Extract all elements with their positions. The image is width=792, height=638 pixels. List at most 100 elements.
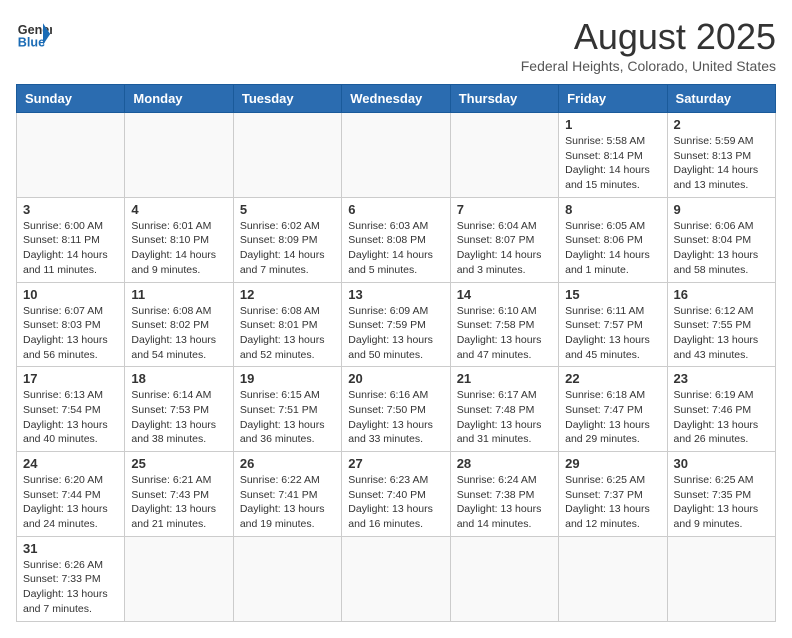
calendar-week-row: 10 Sunrise: 6:07 AMSunset: 8:03 PMDayligh…	[17, 282, 776, 367]
day-number: 4	[131, 202, 226, 217]
calendar-day-cell	[342, 113, 450, 198]
day-info: Sunrise: 6:10 AMSunset: 7:58 PMDaylight:…	[457, 304, 552, 363]
calendar-day-cell	[125, 113, 233, 198]
calendar-day-cell: 2 Sunrise: 5:59 AMSunset: 8:13 PMDaylight…	[667, 113, 775, 198]
day-number: 3	[23, 202, 118, 217]
calendar-day-cell: 9 Sunrise: 6:06 AMSunset: 8:04 PMDaylight…	[667, 197, 775, 282]
day-number: 15	[565, 287, 660, 302]
day-number: 23	[674, 371, 769, 386]
weekday-header-monday: Monday	[125, 85, 233, 113]
calendar-day-cell: 3 Sunrise: 6:00 AMSunset: 8:11 PMDaylight…	[17, 197, 125, 282]
day-number: 22	[565, 371, 660, 386]
day-info: Sunrise: 6:12 AMSunset: 7:55 PMDaylight:…	[674, 304, 769, 363]
calendar-day-cell	[342, 536, 450, 621]
calendar-day-cell: 29Sunrise: 6:25 AMSunset: 7:37 PMDayligh…	[559, 452, 667, 537]
calendar-day-cell: 24 Sunrise: 6:20 AMSunset: 7:44 PMDayligh…	[17, 452, 125, 537]
day-info: Sunrise: 6:20 AMSunset: 7:44 PMDaylight:…	[23, 473, 118, 532]
day-info: Sunrise: 6:14 AMSunset: 7:53 PMDaylight:…	[131, 388, 226, 447]
day-info: Sunrise: 6:00 AMSunset: 8:11 PMDaylight:…	[23, 219, 118, 278]
day-info: Sunrise: 6:22 AMSunset: 7:41 PMDaylight:…	[240, 473, 335, 532]
day-number: 16	[674, 287, 769, 302]
weekday-header-saturday: Saturday	[667, 85, 775, 113]
day-number: 20	[348, 371, 443, 386]
calendar-week-row: 17Sunrise: 6:13 AMSunset: 7:54 PMDayligh…	[17, 367, 776, 452]
calendar-day-cell	[125, 536, 233, 621]
day-number: 9	[674, 202, 769, 217]
calendar-day-cell: 11Sunrise: 6:08 AMSunset: 8:02 PMDayligh…	[125, 282, 233, 367]
calendar-day-cell	[233, 113, 341, 198]
calendar-day-cell: 17Sunrise: 6:13 AMSunset: 7:54 PMDayligh…	[17, 367, 125, 452]
logo: General Blue	[16, 16, 52, 52]
day-info: Sunrise: 6:26 AMSunset: 7:33 PMDaylight:…	[23, 558, 118, 617]
calendar-day-cell: 26Sunrise: 6:22 AMSunset: 7:41 PMDayligh…	[233, 452, 341, 537]
calendar-day-cell	[450, 536, 558, 621]
day-info: Sunrise: 6:11 AMSunset: 7:57 PMDaylight:…	[565, 304, 660, 363]
page-header: General Blue August 2025 Federal Heights…	[16, 16, 776, 74]
calendar-day-cell: 27 Sunrise: 6:23 AMSunset: 7:40 PMDayligh…	[342, 452, 450, 537]
day-info: Sunrise: 6:23 AMSunset: 7:40 PMDaylight:…	[348, 473, 443, 532]
day-info: Sunrise: 5:58 AMSunset: 8:14 PMDaylight:…	[565, 134, 660, 193]
day-number: 5	[240, 202, 335, 217]
calendar-day-cell: 16 Sunrise: 6:12 AMSunset: 7:55 PMDayligh…	[667, 282, 775, 367]
day-info: Sunrise: 6:25 AMSunset: 7:37 PMDaylight:…	[565, 473, 660, 532]
day-number: 2	[674, 117, 769, 132]
calendar-day-cell: 23Sunrise: 6:19 AMSunset: 7:46 PMDayligh…	[667, 367, 775, 452]
calendar-day-cell: 7Sunrise: 6:04 AMSunset: 8:07 PMDaylight…	[450, 197, 558, 282]
day-number: 14	[457, 287, 552, 302]
day-info: Sunrise: 6:07 AMSunset: 8:03 PMDaylight:…	[23, 304, 118, 363]
day-info: Sunrise: 6:24 AMSunset: 7:38 PMDaylight:…	[457, 473, 552, 532]
day-number: 25	[131, 456, 226, 471]
calendar-day-cell: 20 Sunrise: 6:16 AMSunset: 7:50 PMDayligh…	[342, 367, 450, 452]
calendar-day-cell	[559, 536, 667, 621]
calendar-day-cell	[233, 536, 341, 621]
day-number: 27	[348, 456, 443, 471]
day-number: 8	[565, 202, 660, 217]
calendar-day-cell: 22 Sunrise: 6:18 AMSunset: 7:47 PMDayligh…	[559, 367, 667, 452]
calendar-day-cell: 1 Sunrise: 5:58 AMSunset: 8:14 PMDaylight…	[559, 113, 667, 198]
calendar-week-row: 31 Sunrise: 6:26 AMSunset: 7:33 PMDayligh…	[17, 536, 776, 621]
day-number: 31	[23, 541, 118, 556]
calendar-day-cell: 15 Sunrise: 6:11 AMSunset: 7:57 PMDayligh…	[559, 282, 667, 367]
weekday-header-wednesday: Wednesday	[342, 85, 450, 113]
calendar-day-cell: 30 Sunrise: 6:25 AMSunset: 7:35 PMDayligh…	[667, 452, 775, 537]
calendar-day-cell: 12Sunrise: 6:08 AMSunset: 8:01 PMDayligh…	[233, 282, 341, 367]
calendar-day-cell: 4Sunrise: 6:01 AMSunset: 8:10 PMDaylight…	[125, 197, 233, 282]
svg-text:Blue: Blue	[18, 36, 45, 50]
day-info: Sunrise: 6:03 AMSunset: 8:08 PMDaylight:…	[348, 219, 443, 278]
day-number: 24	[23, 456, 118, 471]
day-info: Sunrise: 6:13 AMSunset: 7:54 PMDaylight:…	[23, 388, 118, 447]
weekday-header-row: SundayMondayTuesdayWednesdayThursdayFrid…	[17, 85, 776, 113]
day-number: 30	[674, 456, 769, 471]
day-info: Sunrise: 5:59 AMSunset: 8:13 PMDaylight:…	[674, 134, 769, 193]
day-info: Sunrise: 6:05 AMSunset: 8:06 PMDaylight:…	[565, 219, 660, 278]
calendar-title: August 2025	[521, 16, 776, 58]
day-number: 19	[240, 371, 335, 386]
calendar-day-cell: 10 Sunrise: 6:07 AMSunset: 8:03 PMDayligh…	[17, 282, 125, 367]
day-number: 6	[348, 202, 443, 217]
day-number: 1	[565, 117, 660, 132]
day-info: Sunrise: 6:21 AMSunset: 7:43 PMDaylight:…	[131, 473, 226, 532]
day-info: Sunrise: 6:15 AMSunset: 7:51 PMDaylight:…	[240, 388, 335, 447]
day-info: Sunrise: 6:18 AMSunset: 7:47 PMDaylight:…	[565, 388, 660, 447]
day-number: 10	[23, 287, 118, 302]
day-number: 18	[131, 371, 226, 386]
day-number: 11	[131, 287, 226, 302]
calendar-day-cell: 25 Sunrise: 6:21 AMSunset: 7:43 PMDayligh…	[125, 452, 233, 537]
calendar-day-cell	[17, 113, 125, 198]
day-number: 28	[457, 456, 552, 471]
weekday-header-tuesday: Tuesday	[233, 85, 341, 113]
weekday-header-friday: Friday	[559, 85, 667, 113]
calendar-day-cell: 14 Sunrise: 6:10 AMSunset: 7:58 PMDayligh…	[450, 282, 558, 367]
day-number: 21	[457, 371, 552, 386]
calendar-day-cell: 19 Sunrise: 6:15 AMSunset: 7:51 PMDayligh…	[233, 367, 341, 452]
day-info: Sunrise: 6:06 AMSunset: 8:04 PMDaylight:…	[674, 219, 769, 278]
calendar-day-cell: 18 Sunrise: 6:14 AMSunset: 7:53 PMDayligh…	[125, 367, 233, 452]
day-info: Sunrise: 6:25 AMSunset: 7:35 PMDaylight:…	[674, 473, 769, 532]
day-info: Sunrise: 6:16 AMSunset: 7:50 PMDaylight:…	[348, 388, 443, 447]
calendar-week-row: 24 Sunrise: 6:20 AMSunset: 7:44 PMDayligh…	[17, 452, 776, 537]
calendar-day-cell: 5Sunrise: 6:02 AMSunset: 8:09 PMDaylight…	[233, 197, 341, 282]
calendar-week-row: 3 Sunrise: 6:00 AMSunset: 8:11 PMDaylight…	[17, 197, 776, 282]
calendar-day-cell: 31 Sunrise: 6:26 AMSunset: 7:33 PMDayligh…	[17, 536, 125, 621]
day-info: Sunrise: 6:17 AMSunset: 7:48 PMDaylight:…	[457, 388, 552, 447]
title-area: August 2025 Federal Heights, Colorado, U…	[521, 16, 776, 74]
